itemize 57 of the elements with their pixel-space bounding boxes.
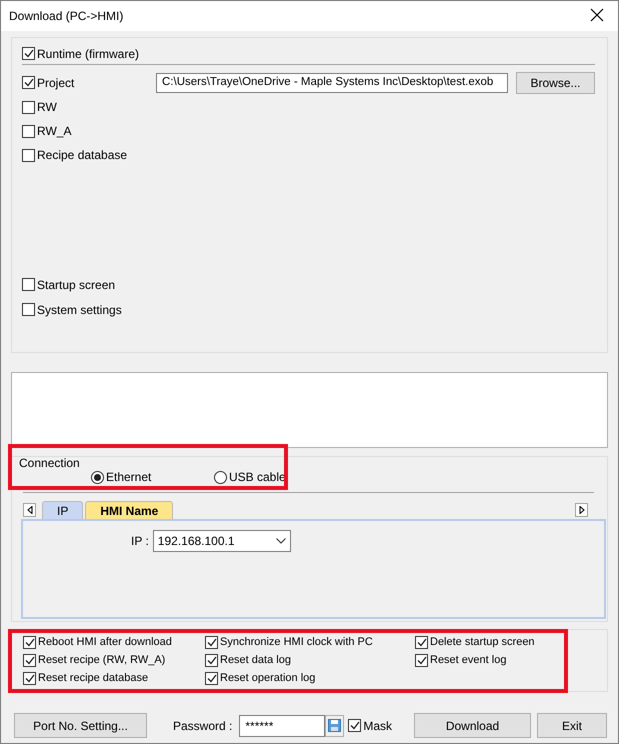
checkmark-icon bbox=[350, 721, 360, 730]
save-icon[interactable] bbox=[325, 714, 344, 736]
checkbox[interactable] bbox=[348, 719, 362, 732]
checkbox-label[interactable]: Synchronize HMI clock with PC bbox=[220, 636, 373, 648]
checkbox[interactable] bbox=[205, 654, 218, 666]
ip-dropdown[interactable]: 192.168.100.1 bbox=[152, 530, 291, 552]
chevron-down-icon bbox=[276, 538, 286, 544]
ip-label: IP : bbox=[131, 534, 149, 548]
browse-button[interactable]: Browse... bbox=[516, 72, 595, 94]
download-button[interactable]: Download bbox=[414, 713, 531, 738]
window-title: Download (PC->HMI) bbox=[9, 9, 124, 23]
checkbox[interactable] bbox=[205, 636, 218, 648]
checkbox-label[interactable]: RW_A bbox=[37, 124, 72, 138]
checkbox-label[interactable]: Runtime (firmware) bbox=[37, 46, 140, 60]
checkbox-label[interactable]: Reset data log bbox=[220, 654, 291, 666]
checkbox-label[interactable]: Project bbox=[37, 76, 74, 90]
checkbox[interactable] bbox=[415, 654, 428, 666]
close-icon bbox=[590, 8, 604, 22]
checkbox[interactable] bbox=[22, 148, 35, 162]
checkbox-label[interactable]: Mask bbox=[363, 718, 392, 732]
checkmark-icon bbox=[24, 78, 34, 87]
checkbox[interactable] bbox=[23, 654, 36, 666]
tab[interactable]: HMI Name bbox=[85, 501, 174, 519]
exit-button[interactable]: Exit bbox=[537, 713, 607, 738]
checkbox-label[interactable]: Reset operation log bbox=[220, 672, 316, 684]
checkbox[interactable] bbox=[22, 76, 35, 89]
port-setting-button[interactable]: Port No. Setting... bbox=[14, 713, 147, 738]
password-label: Password : bbox=[173, 718, 232, 732]
checkbox-label[interactable]: Reset recipe (RW, RW_A) bbox=[38, 654, 166, 666]
checkbox[interactable] bbox=[22, 100, 35, 114]
checkbox-label[interactable]: Reset event log bbox=[430, 654, 506, 666]
checkbox-label[interactable]: System settings bbox=[37, 302, 122, 316]
radio-label[interactable]: USB cable bbox=[229, 470, 286, 484]
radio-button[interactable] bbox=[91, 470, 104, 484]
checkbox[interactable] bbox=[22, 303, 35, 316]
checkmark-icon bbox=[24, 49, 34, 58]
path-field[interactable]: C:\Users\Traye\OneDrive - Maple Systems Inc\Desktop\test.exob bbox=[156, 72, 508, 92]
scroll-right-icon[interactable] bbox=[575, 503, 588, 517]
checkbox[interactable] bbox=[23, 672, 36, 684]
checkbox-label[interactable]: Delete startup screen bbox=[430, 636, 535, 648]
radio-button[interactable] bbox=[214, 470, 227, 484]
checkbox[interactable] bbox=[23, 636, 36, 648]
checkbox-label[interactable]: RW bbox=[37, 100, 57, 114]
checkbox-label[interactable]: Reset recipe database bbox=[38, 672, 148, 684]
group-label: Connection bbox=[19, 456, 81, 470]
scroll-left-icon[interactable] bbox=[23, 503, 36, 517]
checkbox-label[interactable]: Startup screen bbox=[37, 278, 116, 292]
checkbox[interactable] bbox=[22, 124, 35, 138]
password-field[interactable]: ****** bbox=[239, 714, 326, 736]
checkbox[interactable] bbox=[22, 278, 35, 291]
tab[interactable]: IP bbox=[42, 501, 84, 519]
checkbox-label[interactable]: Recipe database bbox=[37, 148, 128, 162]
checkbox[interactable] bbox=[22, 47, 35, 60]
checkbox[interactable] bbox=[415, 636, 428, 648]
radio-label[interactable]: Ethernet bbox=[106, 470, 152, 484]
checkbox-label[interactable]: Reboot HMI after download bbox=[38, 636, 172, 648]
checkbox[interactable] bbox=[205, 672, 218, 684]
